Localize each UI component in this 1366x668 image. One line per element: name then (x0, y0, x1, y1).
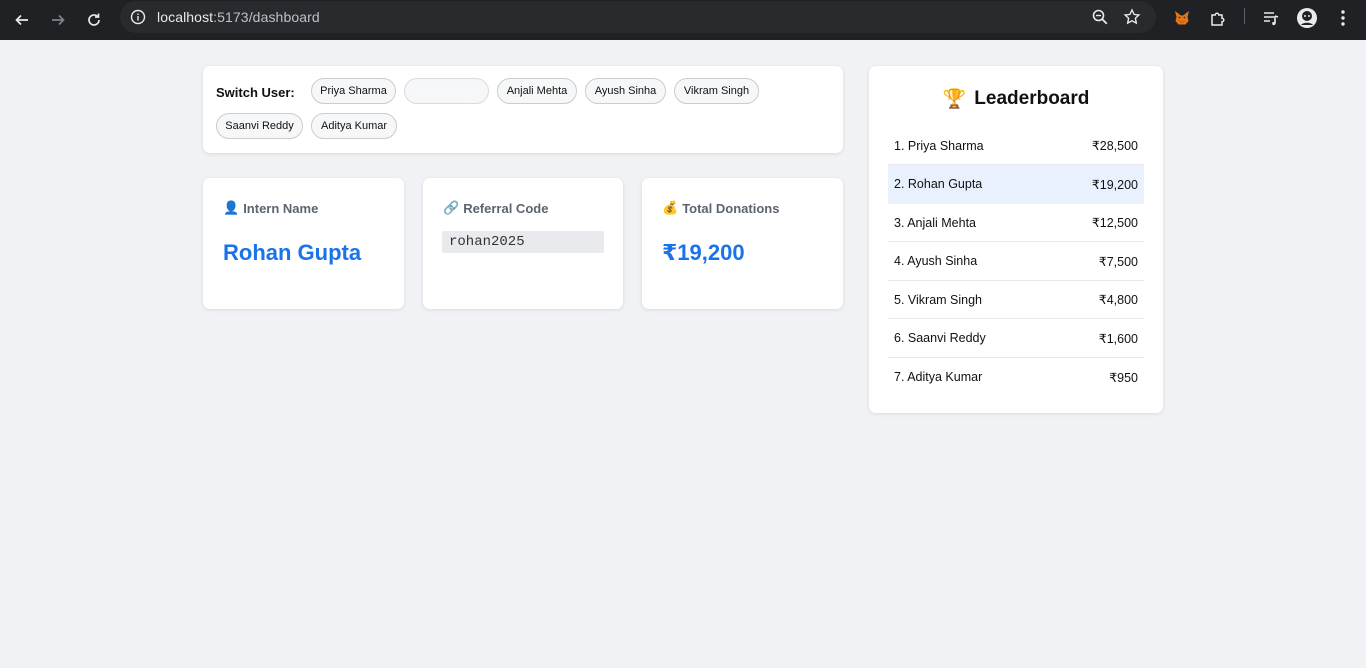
referral-code-heading: 🔗 Referral Code (443, 200, 548, 216)
intern-name-label: Intern Name (243, 200, 319, 216)
leaderboard-panel: 🏆 Leaderboard 1. Priya Sharma ₹28,500 2.… (869, 66, 1163, 413)
leaderboard-amount: ₹1,600 (1098, 331, 1138, 346)
forward-button[interactable] (42, 4, 74, 36)
intern-name-value: Rohan Gupta (223, 240, 362, 265)
user-chip-aditya[interactable]: Aditya Kumar (311, 113, 397, 139)
money-bag-icon: 💰 (662, 200, 679, 215)
user-chip-vikram[interactable]: Vikram Singh (674, 78, 759, 104)
user-chip-anjali[interactable]: Anjali Mehta (497, 78, 577, 104)
user-chip-saanvi[interactable]: Saanvi Reddy (216, 113, 303, 139)
url-text: localhost:5173/dashboard (157, 9, 320, 25)
leaderboard-name: 2. Rohan Gupta (894, 177, 983, 191)
site-info-icon[interactable] (128, 7, 148, 27)
total-donations-label: Total Donations (682, 200, 780, 216)
leaderboard-amount: ₹12,500 (1091, 216, 1138, 230)
url-host: localhost (157, 9, 214, 25)
leaderboard-row: 1. Priya Sharma ₹28,500 (888, 127, 1144, 165)
reload-icon (88, 13, 100, 26)
link-icon: 🔗 (443, 200, 460, 215)
leaderboard-row: 4. Ayush Sinha ₹7,500 (888, 242, 1144, 281)
user-chip-rohan-active[interactable]: Rohan Gupta (404, 78, 489, 104)
leaderboard-name: 4. Ayush Sinha (894, 254, 978, 268)
leaderboard-name: 6. Saanvi Reddy (894, 331, 986, 345)
bookmark-star-icon[interactable] (1121, 6, 1143, 28)
leaderboard-amount: ₹19,200 (1091, 177, 1138, 192)
referral-code-card: 🔗 Referral Code rohan2025 (423, 178, 623, 309)
browser-menu-icon[interactable] (1329, 4, 1357, 32)
leaderboard-name: 1. Priya Sharma (894, 138, 984, 153)
leaderboard-row: 5. Vikram Singh ₹4,800 (888, 281, 1144, 319)
url-path: :5173/dashboard (213, 9, 320, 25)
user-chip-priya[interactable]: Priya Sharma (311, 78, 396, 104)
leaderboard-amount: ₹4,800 (1098, 293, 1138, 307)
leaderboard-title: 🏆 Leaderboard (869, 87, 1163, 111)
leaderboard-name: 3. Anjali Mehta (894, 215, 976, 230)
person-icon: 👤 (223, 200, 240, 215)
switch-user-panel: Switch User: Priya Sharma Rohan Gupta An… (203, 66, 843, 153)
leaderboard-row: 7. Aditya Kumar ₹950 (888, 358, 1144, 396)
address-bar[interactable]: localhost:5173/dashboard (120, 1, 1156, 33)
intern-name-card: 👤 Intern Name Rohan Gupta (203, 178, 404, 309)
total-donations-card: 💰 Total Donations ₹19,200 (642, 178, 843, 309)
leaderboard-amount: ₹7,500 (1098, 254, 1138, 269)
leaderboard-row-highlighted: 2. Rohan Gupta ₹19,200 (888, 165, 1144, 204)
forward-arrow-icon (52, 14, 65, 26)
profile-avatar-icon[interactable] (1293, 4, 1321, 32)
zoom-icon[interactable] (1089, 6, 1111, 28)
browser-toolbar: localhost:5173/dashboard (0, 0, 1366, 40)
switch-user-label: Switch User: (216, 85, 295, 100)
metamask-extension-icon[interactable] (1168, 4, 1196, 32)
leaderboard-name: 5. Vikram Singh (894, 292, 983, 307)
total-donations-heading: 💰 Total Donations (662, 200, 779, 216)
media-queue-icon[interactable] (1257, 4, 1285, 32)
referral-code-value: rohan2025 (442, 231, 604, 253)
reload-button[interactable] (78, 4, 110, 36)
trophy-icon: 🏆 (942, 89, 967, 110)
leaderboard-amount: ₹28,500 (1091, 139, 1138, 153)
toolbar-divider (1244, 8, 1245, 24)
total-donations-value: ₹19,200 (662, 240, 745, 265)
leaderboard-name: 7. Aditya Kumar (894, 370, 983, 384)
leaderboard-amount: ₹950 (1109, 370, 1138, 385)
back-arrow-icon (15, 14, 28, 26)
leaderboard-row: 6. Saanvi Reddy ₹1,600 (888, 319, 1144, 358)
intern-name-heading: 👤 Intern Name (223, 200, 318, 216)
leaderboard-row: 3. Anjali Mehta ₹12,500 (888, 204, 1144, 242)
back-button[interactable] (6, 4, 38, 36)
user-chip-ayush[interactable]: Ayush Sinha (585, 78, 666, 104)
extensions-puzzle-icon[interactable] (1204, 4, 1232, 32)
referral-code-label: Referral Code (463, 200, 549, 216)
leaderboard-title-text: Leaderboard (974, 88, 1090, 109)
